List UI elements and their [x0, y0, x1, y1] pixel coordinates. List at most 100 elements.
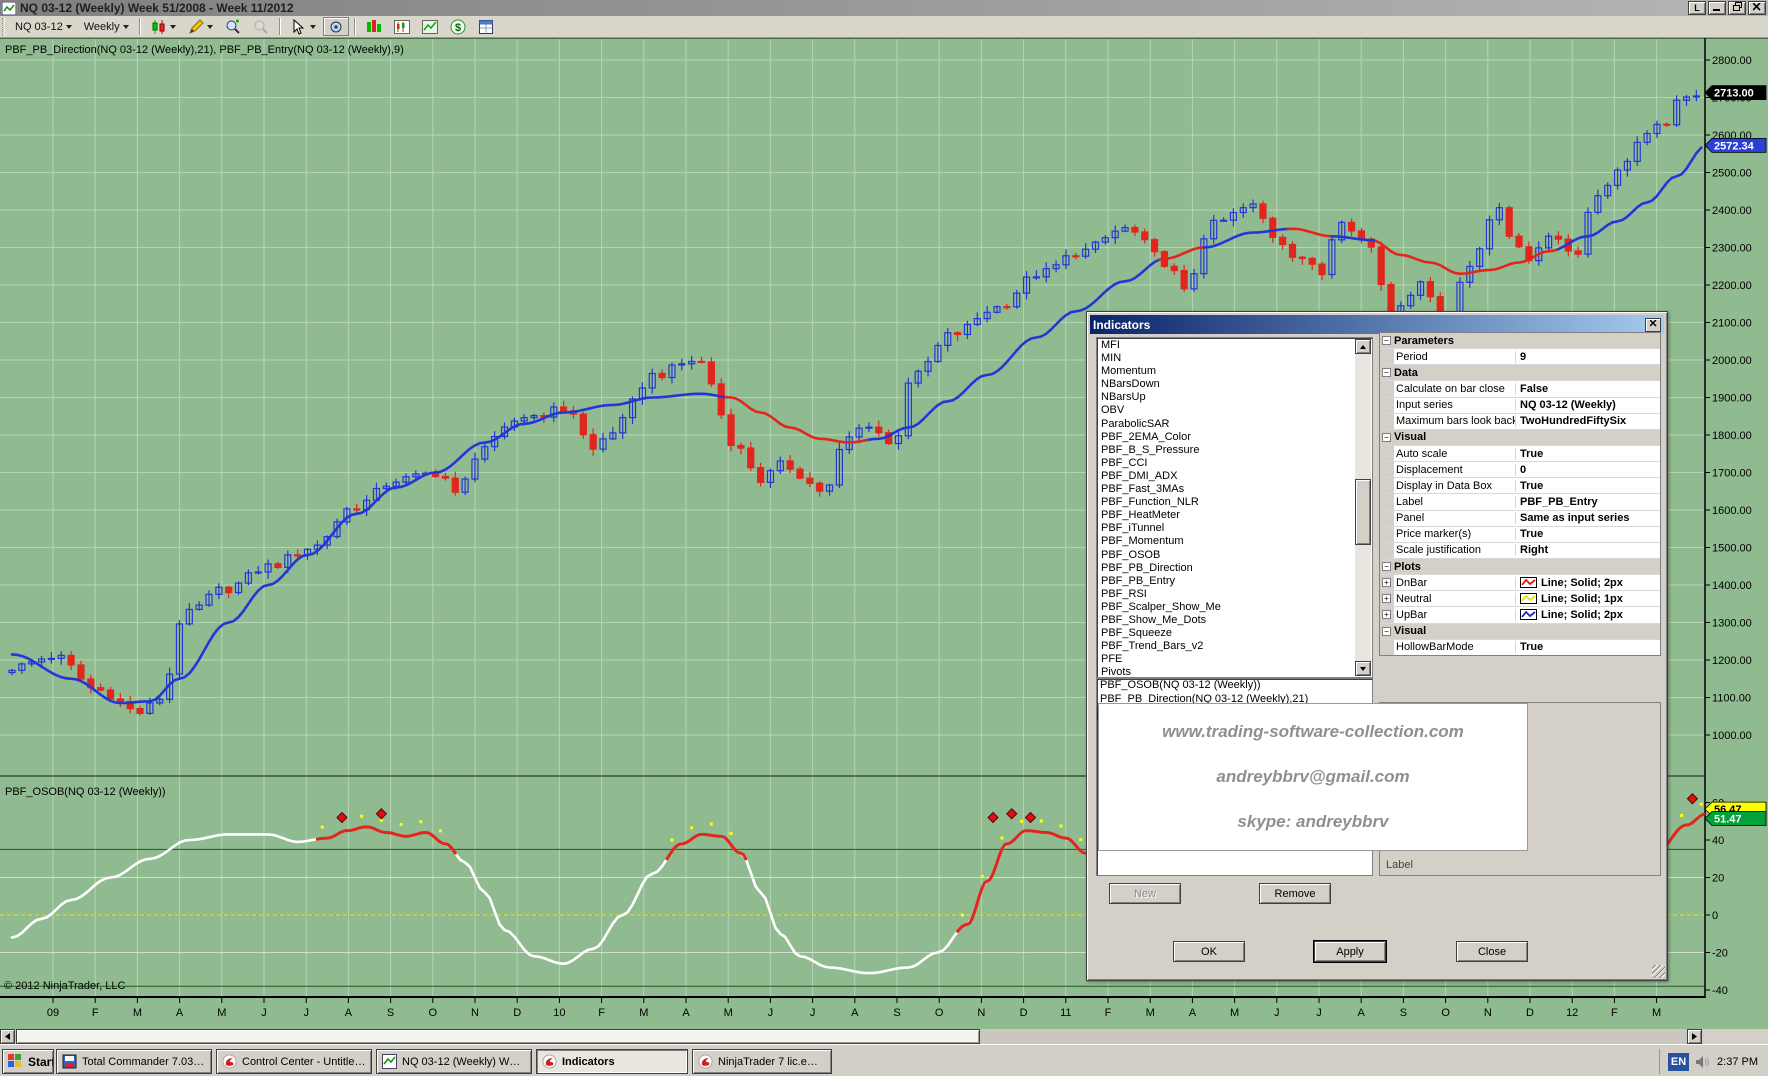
- collapse-icon[interactable]: −: [1382, 336, 1391, 345]
- hscrollbar-thumb[interactable]: [16, 1029, 980, 1044]
- property-value[interactable]: False: [1516, 383, 1660, 395]
- property-grid[interactable]: −ParametersPeriod9−DataCalculate on bar …: [1379, 332, 1661, 656]
- property-value[interactable]: True: [1516, 641, 1660, 653]
- chart-hscrollbar[interactable]: [0, 1029, 1703, 1044]
- indicator-list-item[interactable]: NBarsUp: [1098, 391, 1355, 404]
- property-value[interactable]: PBF_PB_Entry: [1516, 496, 1660, 508]
- property-value[interactable]: Right: [1516, 544, 1660, 556]
- drawing-tools-button[interactable]: [183, 17, 218, 36]
- collapse-icon[interactable]: −: [1382, 562, 1391, 571]
- property-value[interactable]: NQ 03-12 (Weekly): [1516, 399, 1660, 411]
- indicator-list-item[interactable]: NBarsDown: [1098, 378, 1355, 391]
- apply-button[interactable]: Apply: [1314, 941, 1386, 962]
- property-value[interactable]: True: [1516, 448, 1660, 460]
- property-value[interactable]: 9: [1516, 351, 1660, 363]
- dialog-close-button[interactable]: [1645, 318, 1661, 332]
- property-row[interactable]: Input seriesNQ 03-12 (Weekly): [1380, 398, 1660, 414]
- language-indicator[interactable]: EN: [1668, 1053, 1689, 1071]
- indicator-list-item[interactable]: PBF_PB_Entry: [1098, 575, 1355, 588]
- scrollbar-thumb[interactable]: [1355, 479, 1371, 545]
- indicator-list-item[interactable]: PBF_HeatMeter: [1098, 509, 1355, 522]
- link-button[interactable]: L: [1688, 1, 1706, 15]
- chart-style-button[interactable]: [146, 17, 181, 36]
- toolbar-grip[interactable]: [2, 18, 5, 36]
- chart-trader-button[interactable]: [361, 17, 387, 36]
- indicator-list-scrollbar[interactable]: [1355, 339, 1371, 676]
- indicator-list-item[interactable]: PBF_DMI_ADX: [1098, 470, 1355, 483]
- scroll-down-button[interactable]: [1355, 661, 1371, 676]
- indicator-list-item[interactable]: PBF_Show_Me_Dots: [1098, 614, 1355, 627]
- interval-dropdown[interactable]: Weekly: [79, 17, 134, 36]
- property-row[interactable]: +NeutralLine; Solid; 1px: [1380, 591, 1660, 607]
- applied-indicator-item[interactable]: PBF_OSOB(NQ 03-12 (Weekly)): [1097, 679, 1372, 693]
- taskbar-item-control-center[interactable]: Control Center - Untitled1: [216, 1049, 372, 1074]
- indicator-list-item[interactable]: PBF_PB_Direction: [1098, 562, 1355, 575]
- property-value[interactable]: True: [1516, 480, 1660, 492]
- minimize-button[interactable]: [1708, 1, 1726, 15]
- indicator-list-item[interactable]: PBF_Fast_3MAs: [1098, 483, 1355, 496]
- indicator-list-item[interactable]: PBF_iTunnel: [1098, 522, 1355, 535]
- close-button[interactable]: [1748, 1, 1766, 15]
- instrument-dropdown[interactable]: NQ 03-12: [10, 17, 77, 36]
- zoom-in-button[interactable]: [220, 17, 246, 36]
- indicator-list-item[interactable]: PFE: [1098, 653, 1355, 666]
- indicator-list-item[interactable]: PBF_Squeeze: [1098, 627, 1355, 640]
- clock[interactable]: 2:37 PM: [1717, 1056, 1764, 1068]
- property-row[interactable]: Auto scaleTrue: [1380, 446, 1660, 462]
- data-grid-button[interactable]: [473, 17, 499, 36]
- property-value[interactable]: Line; Solid; 1px: [1516, 593, 1660, 605]
- restore-button[interactable]: [1728, 1, 1746, 15]
- scroll-up-button[interactable]: [1355, 339, 1371, 354]
- property-section[interactable]: −Visual: [1380, 430, 1660, 446]
- property-row[interactable]: Display in Data BoxTrue: [1380, 478, 1660, 494]
- property-value[interactable]: Same as input series: [1516, 512, 1660, 524]
- taskbar-item-total-commander[interactable]: Total Commander 7.03 - ...: [56, 1049, 212, 1074]
- indicator-list-item[interactable]: PBF_Scalper_Show_Me: [1098, 601, 1355, 614]
- property-row[interactable]: +DnBarLine; Solid; 2px: [1380, 575, 1660, 591]
- dialog-resize-grip[interactable]: [1652, 965, 1665, 978]
- expand-icon[interactable]: +: [1382, 610, 1391, 619]
- expand-icon[interactable]: +: [1382, 594, 1391, 603]
- property-value[interactable]: 0: [1516, 464, 1660, 476]
- property-value[interactable]: True: [1516, 528, 1660, 540]
- taskbar-item-ninjatrader[interactable]: NinjaTrader 7 lic.emu v5.06: [692, 1049, 832, 1074]
- property-row[interactable]: +UpBarLine; Solid; 2px: [1380, 607, 1660, 623]
- indicator-list-item[interactable]: PBF_Trend_Bars_v2: [1098, 640, 1355, 653]
- dialog-close-action-button[interactable]: Close: [1456, 941, 1528, 962]
- property-section[interactable]: −Plots: [1380, 559, 1660, 575]
- taskbar-item-chart[interactable]: NQ 03-12 (Weekly) Wee...: [376, 1049, 532, 1074]
- property-section[interactable]: −Data: [1380, 365, 1660, 381]
- bars-panel-button[interactable]: [389, 17, 415, 36]
- indicator-list-item[interactable]: MIN: [1098, 352, 1355, 365]
- property-value[interactable]: Line; Solid; 2px: [1516, 609, 1660, 621]
- indicator-list-item[interactable]: PBF_Function_NLR: [1098, 496, 1355, 509]
- indicator-list-item[interactable]: PBF_B_S_Pressure: [1098, 444, 1355, 457]
- property-value[interactable]: TwoHundredFiftySix: [1516, 415, 1660, 427]
- property-row[interactable]: Price marker(s)True: [1380, 527, 1660, 543]
- speaker-icon[interactable]: [1695, 1055, 1711, 1069]
- property-row[interactable]: Maximum bars look backTwoHundredFiftySix: [1380, 414, 1660, 430]
- indicator-list-item[interactable]: PBF_CCI: [1098, 457, 1355, 470]
- expand-icon[interactable]: +: [1382, 578, 1391, 587]
- indicator-list-item[interactable]: Pivots: [1098, 666, 1355, 676]
- scroll-right-button[interactable]: [1687, 1029, 1702, 1044]
- property-section[interactable]: −Visual: [1380, 624, 1660, 640]
- indicator-list-item[interactable]: ParabolicSAR: [1098, 418, 1355, 431]
- property-row[interactable]: Calculate on bar closeFalse: [1380, 381, 1660, 397]
- indicators-dialog[interactable]: Indicators MFIMINMomentumNBarsDownNBarsU…: [1086, 311, 1668, 981]
- indicator-list-item[interactable]: PBF_RSI: [1098, 588, 1355, 601]
- window-titlebar[interactable]: NQ 03-12 (Weekly) Week 51/2008 - Week 11…: [0, 0, 1768, 16]
- collapse-icon[interactable]: −: [1382, 627, 1391, 636]
- property-row[interactable]: Period9: [1380, 349, 1660, 365]
- indicator-list-item[interactable]: MFI: [1098, 339, 1355, 352]
- taskbar-item-indicators[interactable]: Indicators: [536, 1049, 688, 1074]
- ok-button[interactable]: OK: [1173, 941, 1245, 962]
- chart-image-button[interactable]: [417, 17, 443, 36]
- indicator-list[interactable]: MFIMINMomentumNBarsDownNBarsUpOBVParabol…: [1096, 337, 1373, 678]
- collapse-icon[interactable]: −: [1382, 433, 1391, 442]
- new-button[interactable]: New: [1109, 883, 1181, 904]
- indicator-list-item[interactable]: Momentum: [1098, 365, 1355, 378]
- indicator-list-item[interactable]: OBV: [1098, 404, 1355, 417]
- indicator-list-item[interactable]: PBF_Momentum: [1098, 535, 1355, 548]
- scroll-left-button[interactable]: [0, 1029, 15, 1044]
